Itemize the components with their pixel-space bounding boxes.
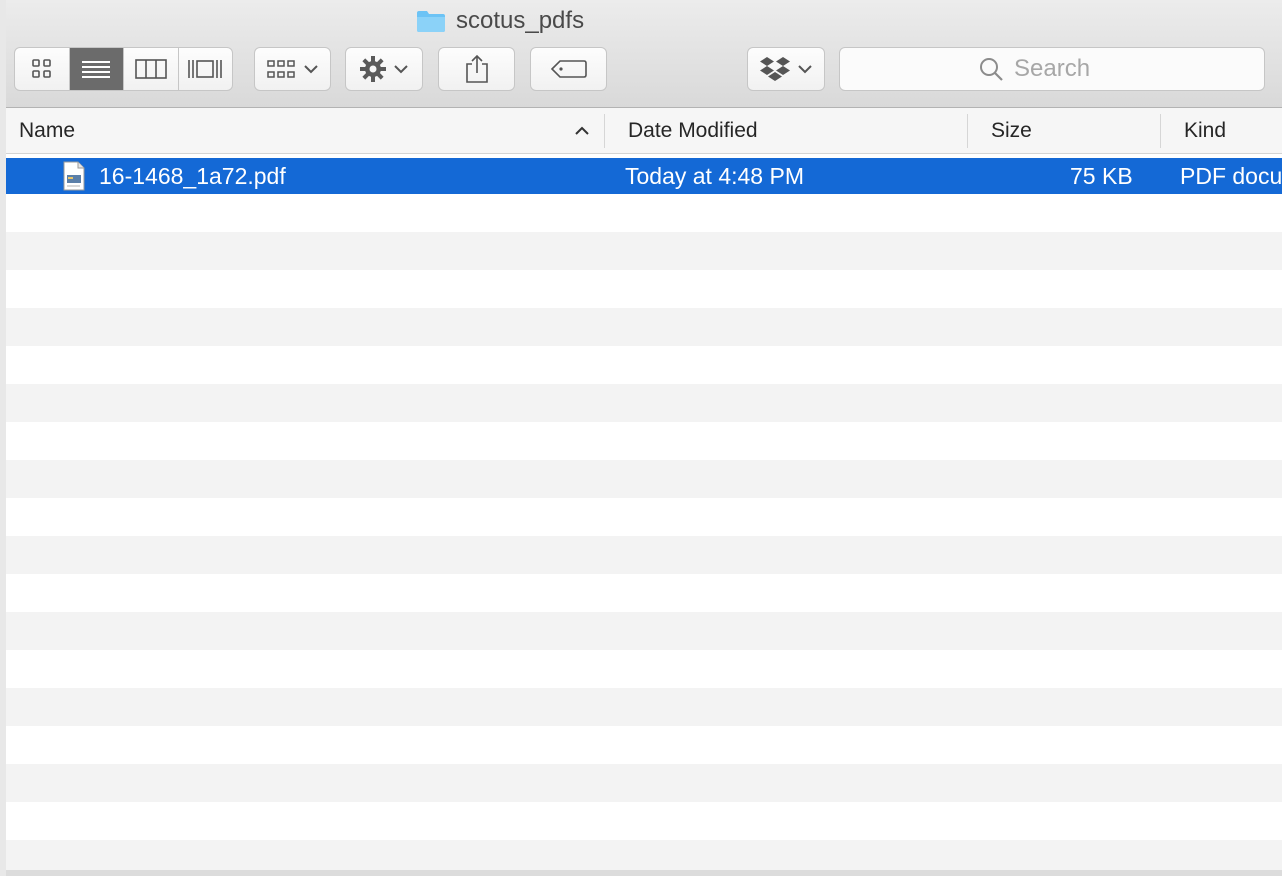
- list-view-button[interactable]: [69, 48, 124, 90]
- column-header-date-modified[interactable]: Date Modified: [628, 108, 758, 153]
- columns-icon: [134, 59, 167, 79]
- empty-row: [6, 764, 1282, 802]
- empty-row: [6, 536, 1282, 574]
- file-row[interactable]: 16-1468_1a72.pdf Today at 4:48 PM 75 KB …: [6, 158, 1282, 194]
- edit-tags-button[interactable]: [530, 47, 607, 91]
- empty-row: [6, 232, 1282, 270]
- dropbox-icon: [760, 57, 790, 81]
- grid-icon: [31, 59, 51, 78]
- search-field[interactable]: [839, 47, 1265, 91]
- folder-icon: [417, 11, 445, 32]
- empty-row: [6, 688, 1282, 726]
- chevron-down-icon: [798, 65, 812, 74]
- view-mode-segmented-control: [14, 47, 233, 91]
- finder-window: scotus_pdfs Search Name Date Modified Si…: [6, 0, 1282, 870]
- search-icon: [980, 58, 1003, 81]
- column-header-kind-label: Kind: [1184, 118, 1227, 142]
- empty-row: [6, 270, 1282, 308]
- chevron-down-icon: [394, 65, 408, 74]
- empty-row: [6, 346, 1282, 384]
- empty-row: [6, 308, 1282, 346]
- empty-row: [6, 422, 1282, 460]
- group-by-button[interactable]: [254, 47, 331, 91]
- column-view-button[interactable]: [124, 48, 179, 90]
- icon-view-button[interactable]: [15, 48, 70, 90]
- empty-row: [6, 574, 1282, 612]
- file-kind-cell: PDF docu: [1180, 162, 1282, 189]
- action-button[interactable]: [345, 47, 423, 91]
- window-title: scotus_pdfs: [416, 6, 584, 36]
- dropbox-button[interactable]: [747, 47, 825, 91]
- pdf-file-icon: [63, 161, 85, 191]
- share-button[interactable]: [438, 47, 515, 91]
- empty-row: [6, 498, 1282, 536]
- column-header-kind[interactable]: Kind: [1184, 108, 1226, 153]
- tag-icon: [550, 60, 587, 78]
- column-header-size-label: Size: [991, 118, 1032, 142]
- column-header-size[interactable]: Size: [991, 108, 1032, 153]
- empty-row: [6, 384, 1282, 422]
- empty-row: [6, 650, 1282, 688]
- column-divider[interactable]: [604, 114, 605, 148]
- search-input[interactable]: [1012, 54, 1126, 84]
- column-divider[interactable]: [967, 114, 968, 148]
- empty-row: [6, 194, 1282, 232]
- chevron-down-icon: [303, 65, 318, 74]
- column-divider[interactable]: [1160, 114, 1161, 148]
- empty-row: [6, 726, 1282, 764]
- column-header-name-label: Name: [19, 118, 76, 142]
- empty-row: [6, 612, 1282, 650]
- window-title-text: scotus_pdfs: [456, 7, 585, 34]
- toolbar: scotus_pdfs: [6, 0, 1282, 108]
- arrange-icon: [266, 60, 295, 78]
- list-icon: [82, 61, 111, 78]
- empty-row: [6, 840, 1282, 870]
- gear-icon: [360, 56, 386, 82]
- column-header-name[interactable]: Name: [19, 108, 599, 153]
- column-header-row: Name Date Modified Size Kind: [6, 108, 1282, 154]
- empty-row: [6, 460, 1282, 498]
- file-list: 16-1468_1a72.pdf Today at 4:48 PM 75 KB …: [6, 158, 1282, 870]
- empty-row: [6, 802, 1282, 840]
- share-icon: [465, 54, 488, 83]
- column-header-date-label: Date Modified: [628, 118, 758, 142]
- file-date-cell: Today at 4:48 PM: [625, 162, 804, 189]
- cover-flow-icon: [188, 60, 223, 78]
- file-size-cell: 75 KB: [1070, 162, 1133, 189]
- sort-ascending-icon: [575, 126, 589, 135]
- cover-flow-view-button[interactable]: [179, 48, 233, 90]
- file-name-cell: 16-1468_1a72.pdf: [62, 158, 286, 194]
- file-name: 16-1468_1a72.pdf: [99, 162, 286, 189]
